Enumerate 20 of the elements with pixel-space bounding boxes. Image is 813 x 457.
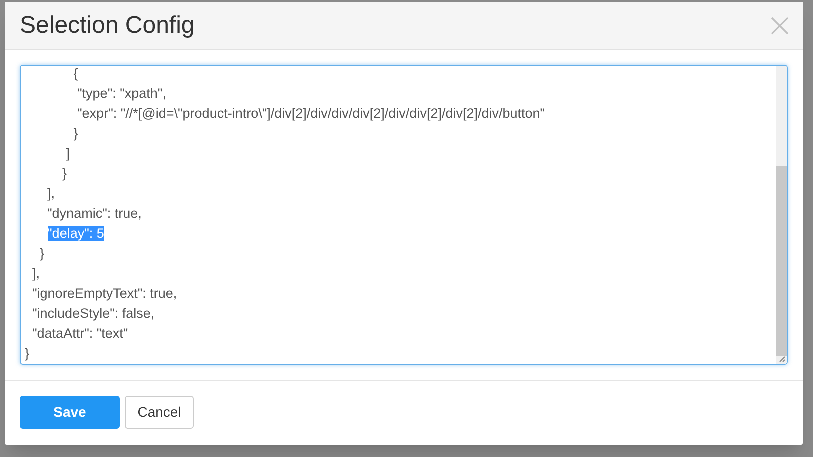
- dialog-title: Selection Config: [20, 10, 195, 40]
- code-line: ]: [65, 145, 72, 163]
- code-line: "dataAttr": "text": [32, 325, 130, 343]
- cancel-button[interactable]: Cancel: [125, 396, 194, 429]
- code-line: }: [72, 125, 80, 143]
- code-line: }: [39, 245, 46, 263]
- code-line: "type": "xpath",: [76, 85, 168, 103]
- code-line: "ignoreEmptyText": true,: [32, 285, 178, 303]
- resize-handle-icon[interactable]: [779, 356, 786, 363]
- code-line: }: [25, 345, 31, 363]
- scrollbar[interactable]: [776, 66, 787, 364]
- code-line: "dynamic": true,: [46, 205, 143, 223]
- code-line: "includeStyle": false,: [32, 305, 156, 323]
- code-line: ],: [32, 265, 42, 283]
- code-textarea[interactable]: [20, 65, 788, 365]
- close-icon[interactable]: [771, 16, 789, 34]
- code-line: "expr": "//*[@id=\"product-intro\"]/div[2]/div/div/div[2]/div/div[2]/div[2]/div/button": [76, 105, 546, 123]
- code-line: }: [62, 165, 68, 183]
- code-line: {: [72, 66, 80, 83]
- code-line: ],: [46, 185, 56, 203]
